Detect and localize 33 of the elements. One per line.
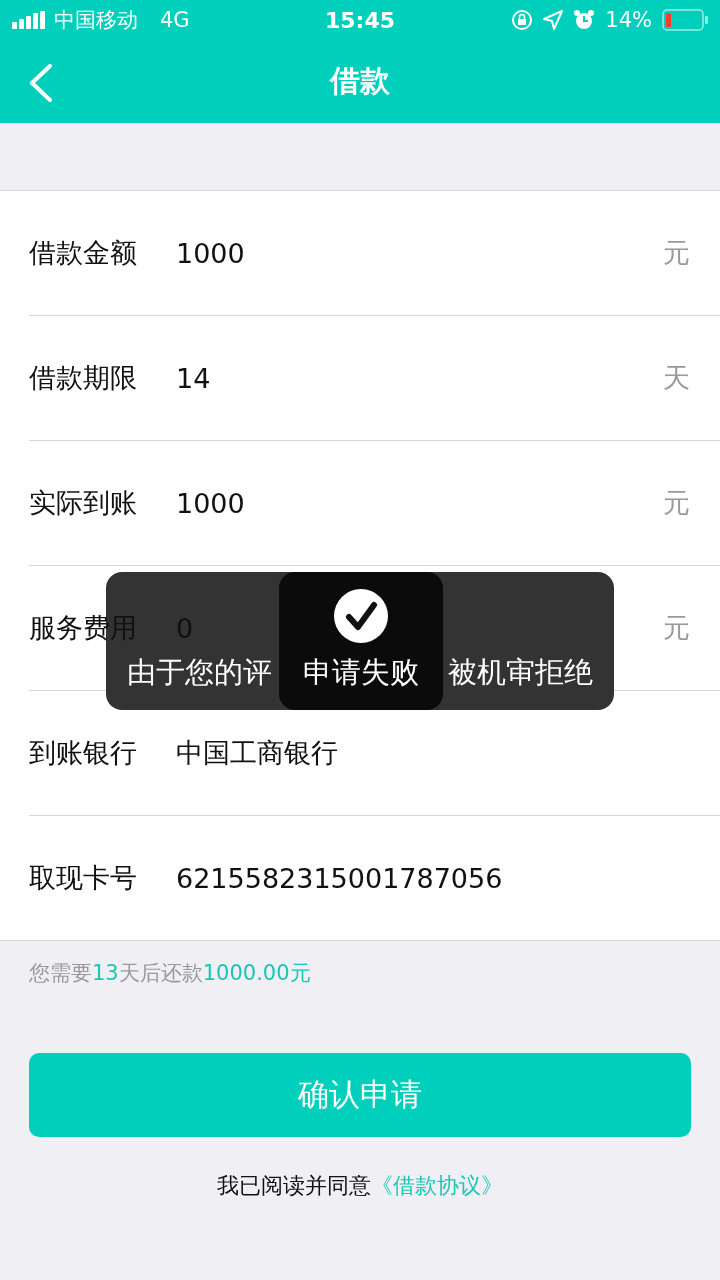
field-label: 借款金额 bbox=[29, 236, 138, 270]
field-value: 1000 bbox=[176, 237, 245, 269]
field-value: 中国工商银行 bbox=[176, 736, 338, 770]
check-icon bbox=[334, 589, 388, 644]
unit-label: 元 bbox=[663, 236, 690, 270]
field-label: 到账银行 bbox=[29, 736, 138, 770]
unit-label: 元 bbox=[663, 611, 690, 645]
toast-text: 申请失败 bbox=[303, 655, 419, 690]
field-value: 14 bbox=[176, 362, 211, 394]
alarm-icon bbox=[573, 9, 596, 31]
rotation-lock-icon bbox=[511, 9, 534, 31]
field-label: 取现卡号 bbox=[29, 861, 138, 895]
field-value: 1000 bbox=[176, 487, 245, 519]
battery-icon bbox=[662, 9, 708, 31]
toast-text: 被机审拒绝 bbox=[448, 655, 593, 690]
unit-label: 天 bbox=[663, 361, 690, 395]
toast-text: 由于您的评 bbox=[127, 655, 272, 690]
back-icon[interactable] bbox=[28, 64, 54, 102]
confirm-button[interactable]: 确认申请 bbox=[29, 1053, 691, 1137]
unit-label: 元 bbox=[663, 486, 690, 520]
agreement-text: 我已阅读并同意《借款协议》 bbox=[216, 1172, 504, 1200]
battery-percent: 14% bbox=[605, 8, 652, 32]
network-type: 4G bbox=[160, 8, 190, 32]
field-label: 实际到账 bbox=[29, 486, 138, 520]
location-icon bbox=[543, 10, 564, 30]
repayment-hint: 您需要13天后还款1000.00元 bbox=[29, 960, 312, 987]
page-title: 借款 bbox=[330, 62, 390, 100]
signal-icon bbox=[12, 11, 46, 29]
clock: 15:45 bbox=[325, 7, 395, 33]
carrier: 中国移动 bbox=[54, 7, 138, 34]
field-label: 借款期限 bbox=[29, 361, 138, 395]
field-value: 6215582315001787056 bbox=[176, 862, 503, 894]
agreement-link[interactable]: 《借款协议》 bbox=[371, 1173, 503, 1198]
